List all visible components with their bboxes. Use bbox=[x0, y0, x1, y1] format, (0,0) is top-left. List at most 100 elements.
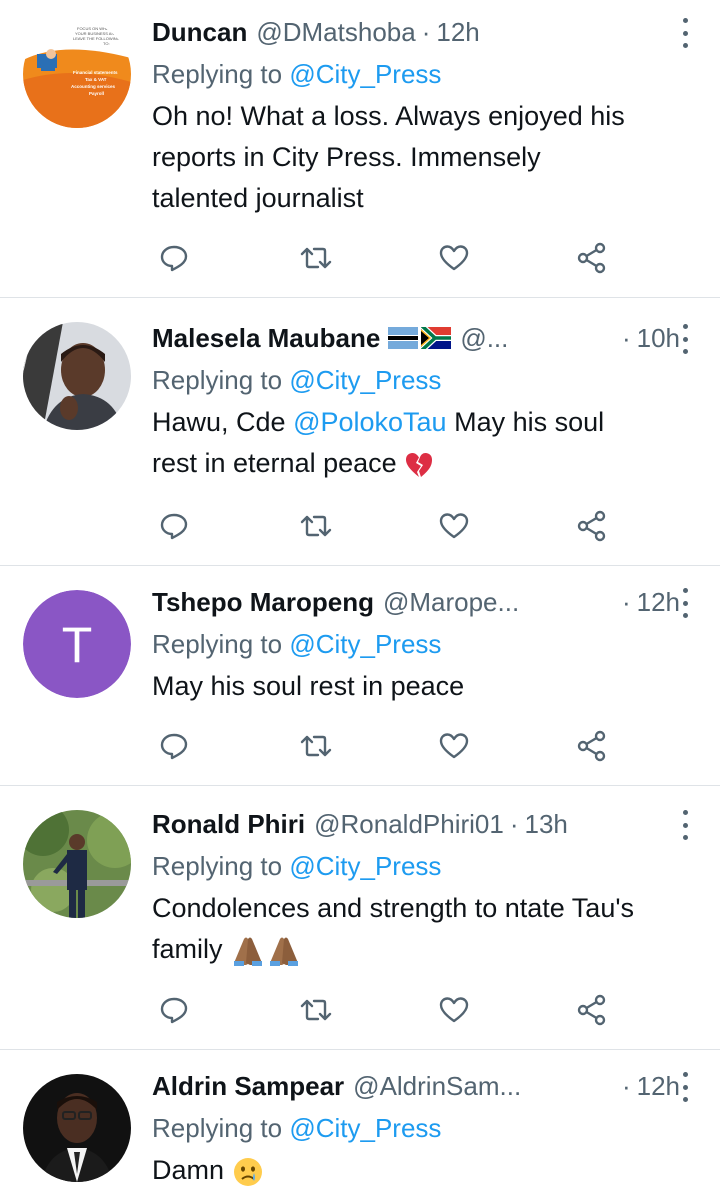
replying-to: Replying to @City_Press bbox=[152, 360, 692, 400]
share-icon[interactable] bbox=[572, 238, 612, 278]
action-bar bbox=[152, 506, 632, 546]
more-options-icon[interactable] bbox=[680, 324, 690, 354]
avatar[interactable] bbox=[23, 810, 131, 918]
logo-text: Financial statements bbox=[73, 70, 118, 75]
reply-icon[interactable] bbox=[154, 990, 194, 1030]
avatar-letter: T bbox=[62, 617, 93, 673]
share-icon[interactable] bbox=[572, 506, 612, 546]
like-icon[interactable] bbox=[434, 238, 474, 278]
replying-to-label: Replying to bbox=[152, 1113, 290, 1143]
tweet-header: Malesela Maubane @... · 10h bbox=[152, 318, 692, 358]
display-name[interactable]: Duncan bbox=[152, 12, 247, 52]
separator: · bbox=[421, 17, 431, 47]
replying-to-mention[interactable]: @City_Press bbox=[289, 851, 441, 881]
separator: · bbox=[509, 809, 519, 839]
share-icon[interactable] bbox=[572, 990, 612, 1030]
tweet-item[interactable]: FOCUS ON WHAT YOUR BUSINESS AND LEAVE TH… bbox=[0, 0, 720, 298]
replying-to-label: Replying to bbox=[152, 365, 290, 395]
logo-text: Payroll bbox=[89, 91, 104, 96]
avatar[interactable] bbox=[23, 322, 131, 430]
more-options-icon[interactable] bbox=[680, 588, 690, 618]
avatar[interactable] bbox=[23, 1074, 131, 1182]
action-bar bbox=[152, 990, 632, 1030]
south-africa-flag-icon bbox=[421, 327, 452, 349]
logo-text: Tax & VAT bbox=[85, 77, 107, 82]
reply-icon[interactable] bbox=[154, 506, 194, 546]
display-name[interactable]: Ronald Phiri bbox=[152, 804, 305, 844]
separator: · bbox=[621, 1071, 631, 1101]
broken-heart-icon bbox=[406, 452, 433, 477]
tweet-text-line: May his soul rest in peace bbox=[152, 671, 465, 701]
mention-link[interactable]: @PolokoTau bbox=[293, 407, 447, 437]
tweet-text-segment: Hawu, Cde bbox=[152, 407, 294, 437]
botswana-flag-icon bbox=[388, 327, 419, 349]
reply-feed: FOCUS ON WHAT YOUR BUSINESS AND LEAVE TH… bbox=[0, 0, 720, 1196]
more-options-icon[interactable] bbox=[680, 18, 690, 48]
separator: · bbox=[621, 587, 631, 617]
action-bar bbox=[152, 238, 632, 278]
reply-icon[interactable] bbox=[154, 238, 194, 278]
avatar[interactable]: FOCUS ON WHAT YOUR BUSINESS AND LEAVE TH… bbox=[23, 20, 131, 128]
like-icon[interactable] bbox=[434, 726, 474, 766]
timestamp[interactable]: 12h bbox=[637, 582, 680, 622]
replying-to-mention[interactable]: @City_Press bbox=[289, 365, 441, 395]
logo-text: Accounting services bbox=[71, 84, 116, 89]
user-handle[interactable]: @Marope... bbox=[383, 582, 519, 622]
more-options-icon[interactable] bbox=[680, 810, 690, 840]
replying-to: Replying to @City_Press bbox=[152, 1108, 692, 1148]
replying-to: Replying to @City_Press bbox=[152, 846, 692, 886]
retweet-icon[interactable] bbox=[296, 726, 336, 766]
retweet-icon[interactable] bbox=[296, 238, 336, 278]
timestamp[interactable]: 12h bbox=[436, 12, 479, 52]
like-icon[interactable] bbox=[434, 506, 474, 546]
tweet-text-line: family bbox=[152, 934, 223, 964]
replying-to-label: Replying to bbox=[152, 629, 290, 659]
share-icon[interactable] bbox=[572, 726, 612, 766]
replying-to-label: Replying to bbox=[152, 59, 290, 89]
user-handle[interactable]: @DMatshoba bbox=[256, 12, 415, 52]
tweet-header: Aldrin Sampear @AldrinSam... · 12h bbox=[152, 1066, 692, 1106]
retweet-icon[interactable] bbox=[296, 990, 336, 1030]
crying-face-icon bbox=[233, 1157, 262, 1186]
more-options-icon[interactable] bbox=[680, 1072, 690, 1102]
avatar[interactable]: T bbox=[23, 590, 131, 698]
tweet-item[interactable]: Malesela Maubane @... · 10h Replying to … bbox=[0, 298, 720, 566]
tweet-text-line: reports in City Press. Immensely bbox=[152, 142, 541, 172]
user-handle[interactable]: @AldrinSam... bbox=[353, 1066, 521, 1106]
action-bar bbox=[152, 726, 632, 766]
tweet-text-line: talented journalist bbox=[152, 183, 364, 213]
tweet-text: Condolences and strength to ntate Tau's … bbox=[152, 888, 692, 970]
tweet-text: Oh no! What a loss. Always enjoyed his r… bbox=[152, 96, 692, 219]
replying-to-mention[interactable]: @City_Press bbox=[289, 629, 441, 659]
tweet-text: Damn bbox=[152, 1150, 692, 1191]
folded-hands-icon bbox=[234, 937, 299, 966]
replying-to-mention[interactable]: @City_Press bbox=[289, 1113, 441, 1143]
display-name[interactable]: Aldrin Sampear bbox=[152, 1066, 344, 1106]
tweet-text-line: Condolences and strength to ntate Tau's bbox=[152, 893, 634, 923]
replying-to-mention[interactable]: @City_Press bbox=[289, 59, 441, 89]
tweet-text-line: Oh no! What a loss. Always enjoyed his bbox=[152, 101, 625, 131]
reply-icon[interactable] bbox=[154, 726, 194, 766]
tweet-text-segment: May his soul bbox=[446, 407, 605, 437]
tweet-text: May his soul rest in peace bbox=[152, 666, 692, 707]
user-handle[interactable]: @... bbox=[460, 318, 508, 358]
tweet-header: Duncan @DMatshoba · 12h bbox=[152, 12, 692, 52]
tweet-item[interactable]: T Tshepo Maropeng @Marope... · 12h Reply… bbox=[0, 566, 720, 786]
like-icon[interactable] bbox=[434, 990, 474, 1030]
timestamp[interactable]: 13h bbox=[525, 804, 568, 844]
replying-to: Replying to @City_Press bbox=[152, 624, 692, 664]
tweet-header: Tshepo Maropeng @Marope... · 12h bbox=[152, 582, 692, 622]
tweet-text: Hawu, Cde @PolokoTau May his soul rest i… bbox=[152, 402, 692, 484]
tweet-item[interactable]: Ronald Phiri @RonaldPhiri01 · 13h Replyi… bbox=[0, 786, 720, 1050]
tweet-header: Ronald Phiri @RonaldPhiri01 · 13h bbox=[152, 804, 692, 844]
tweet-text-line: Damn bbox=[152, 1155, 225, 1185]
tweet-item[interactable]: Aldrin Sampear @AldrinSam... · 12h Reply… bbox=[0, 1050, 720, 1196]
user-handle[interactable]: @RonaldPhiri01 bbox=[314, 804, 504, 844]
replying-to: Replying to @City_Press bbox=[152, 54, 692, 94]
display-name[interactable]: Tshepo Maropeng bbox=[152, 582, 374, 622]
retweet-icon[interactable] bbox=[296, 506, 336, 546]
display-name[interactable]: Malesela Maubane bbox=[152, 318, 380, 358]
timestamp[interactable]: 12h bbox=[637, 1066, 680, 1106]
separator: · bbox=[621, 323, 631, 353]
timestamp[interactable]: 10h bbox=[637, 318, 680, 358]
